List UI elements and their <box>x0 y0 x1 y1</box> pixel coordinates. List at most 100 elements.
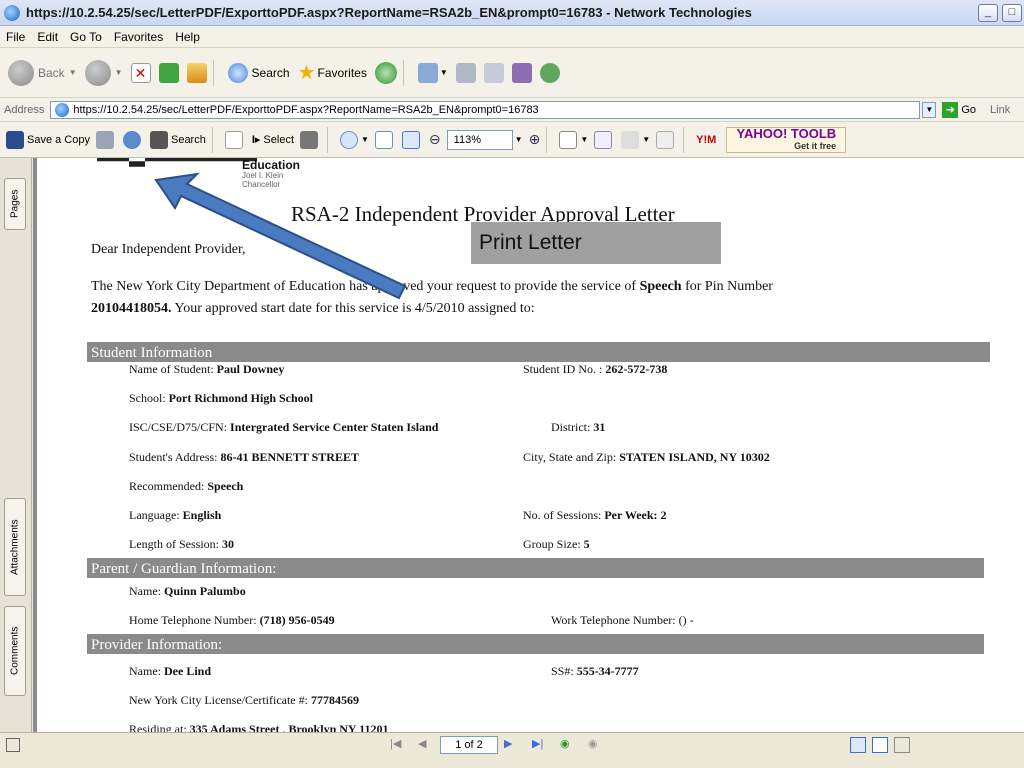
email-icon <box>122 130 141 149</box>
zoom-in-button[interactable]: ⊕ <box>529 131 541 148</box>
email-pdf-button[interactable] <box>122 130 144 149</box>
pages-menu-button[interactable]: ▼ <box>559 130 589 149</box>
minimize-button[interactable]: _ <box>978 4 998 22</box>
menu-goto[interactable]: Go To <box>64 30 108 44</box>
fit-width-button[interactable] <box>401 130 423 149</box>
yahoo-icon: Y!M <box>696 133 717 146</box>
search-button[interactable]: Search <box>227 62 290 83</box>
para-text-2: for Pin Number <box>681 279 773 294</box>
field-value: Speech <box>207 479 244 493</box>
length-row: Length of Session: 30 <box>129 537 234 552</box>
hand-tool-button[interactable] <box>224 130 246 149</box>
select-tool-button[interactable]: I▸ Select <box>252 133 294 147</box>
zoom-value: 113% <box>446 129 513 150</box>
letter-page: Education Joel I. Klein Chancellor RSA-2… <box>37 158 1024 732</box>
pdf-document-view[interactable]: Education Joel I. Klein Chancellor RSA-2… <box>33 158 1024 732</box>
snapshot-button[interactable] <box>300 130 321 149</box>
continuous-page-icon[interactable] <box>872 737 888 753</box>
magnifier-icon <box>340 130 358 149</box>
field-label: City, State and Zip: <box>523 450 617 464</box>
save-icon <box>6 130 24 149</box>
field-label: Student ID No. : <box>523 362 603 376</box>
stop-icon: ✕ <box>130 62 151 83</box>
yahoo-messenger-button[interactable]: Y!M <box>696 134 716 146</box>
logo-education-text: Education <box>242 158 301 172</box>
parent-name-row: Name: Quinn Palumbo <box>129 584 246 599</box>
stop-button[interactable]: ✕ <box>130 62 151 83</box>
home-button[interactable] <box>186 62 207 83</box>
print-button[interactable] <box>455 62 476 83</box>
maximize-button[interactable]: □ <box>1002 4 1022 22</box>
save-copy-button[interactable]: Save a Copy <box>6 130 90 149</box>
provider-info-header: Provider Information: <box>87 634 984 654</box>
links-label[interactable]: Link <box>990 104 1010 116</box>
yahoo-toolbar-button[interactable]: YAHOO! TOOLB Get it free <box>726 126 847 153</box>
facing-pages-icon[interactable] <box>894 737 910 753</box>
last-page-icon[interactable]: ▶| <box>532 737 548 753</box>
browser-window: https://10.2.54.25/sec/LetterPDF/Exportt… <box>0 0 1024 768</box>
doc-button[interactable] <box>656 130 677 149</box>
zoom-select[interactable]: 113% ▼ <box>446 129 523 150</box>
address-dropdown-button[interactable]: ▼ <box>922 101 937 118</box>
print-pdf-button[interactable] <box>95 130 117 149</box>
first-page-icon[interactable]: |◀ <box>390 737 406 753</box>
separator <box>212 59 214 86</box>
address-input[interactable]: https://10.2.54.25/sec/LetterPDF/Exportt… <box>50 100 921 119</box>
actual-size-icon <box>374 130 393 149</box>
back-button[interactable]: Back ▼ <box>8 59 77 86</box>
field-label: Name of Student: <box>129 362 214 376</box>
field-label: Recommended: <box>129 479 205 493</box>
menu-file[interactable]: File <box>0 30 31 44</box>
field-label: Work Telephone Number: <box>551 613 676 627</box>
tab-pages[interactable]: Pages <box>4 178 26 230</box>
layout-icon[interactable] <box>6 738 20 752</box>
field-value: English <box>182 508 222 522</box>
refresh-button[interactable] <box>158 62 179 83</box>
field-label: Home Telephone Number: <box>129 613 257 627</box>
tab-comments[interactable]: Comments <box>4 606 26 696</box>
field-value: Paul Downey <box>216 362 285 376</box>
binoculars-icon <box>149 130 168 149</box>
pdf-search-button[interactable]: Search <box>149 130 206 149</box>
field-label: Student's Address: <box>129 450 218 464</box>
history-button[interactable] <box>374 61 397 84</box>
actual-size-button[interactable] <box>374 130 396 149</box>
next-view-icon[interactable]: ◉ <box>588 737 604 753</box>
separator <box>402 59 404 86</box>
edit-button[interactable] <box>483 62 504 83</box>
favorites-button[interactable]: ★ Favorites <box>298 60 367 85</box>
home-icon <box>186 62 207 83</box>
select-label: Select <box>263 133 294 146</box>
menu-help[interactable]: Help <box>169 30 206 44</box>
field-label: Name: <box>129 664 161 678</box>
go-button[interactable]: ➜ Go <box>942 101 976 118</box>
mail-button[interactable]: ▼ <box>417 62 448 83</box>
field-label: ISC/CSE/D75/CFN: <box>129 420 228 434</box>
messenger-button[interactable] <box>539 62 560 83</box>
chevron-down-icon: ▼ <box>580 135 589 144</box>
work-phone-row: Work Telephone Number: () - <box>551 613 694 628</box>
student-info-header: Student Information <box>87 342 990 362</box>
next-page-icon[interactable]: ▶ <box>504 737 520 753</box>
separator <box>327 126 328 153</box>
spellcheck-button[interactable] <box>594 130 615 149</box>
forward-button[interactable]: ▼ <box>84 59 123 86</box>
print-letter-button[interactable]: Print Letter <box>471 222 721 264</box>
discuss-button[interactable] <box>511 62 532 83</box>
greeting: Dear Independent Provider, <box>91 242 246 257</box>
para-text-3: Your approved start date for this servic… <box>171 301 535 316</box>
menu-favorites[interactable]: Favorites <box>108 30 169 44</box>
zoom-out-button[interactable]: ⊖ <box>429 131 441 148</box>
star-icon: ★ <box>297 62 316 84</box>
menu-edit[interactable]: Edit <box>31 30 64 44</box>
single-page-icon[interactable] <box>850 737 866 753</box>
sign-button[interactable]: ▼ <box>621 130 650 149</box>
zoom-in-tool-button[interactable]: ▼ <box>340 130 369 149</box>
previous-view-icon[interactable]: ◉ <box>560 737 576 753</box>
field-label: Length of Session: <box>129 537 219 551</box>
mail-icon <box>417 62 438 83</box>
previous-page-icon[interactable]: ◀ <box>418 737 434 753</box>
back-icon <box>8 59 34 86</box>
tab-attachments[interactable]: Attachments <box>4 498 26 596</box>
page-indicator[interactable]: 1 of 2 <box>440 736 498 754</box>
